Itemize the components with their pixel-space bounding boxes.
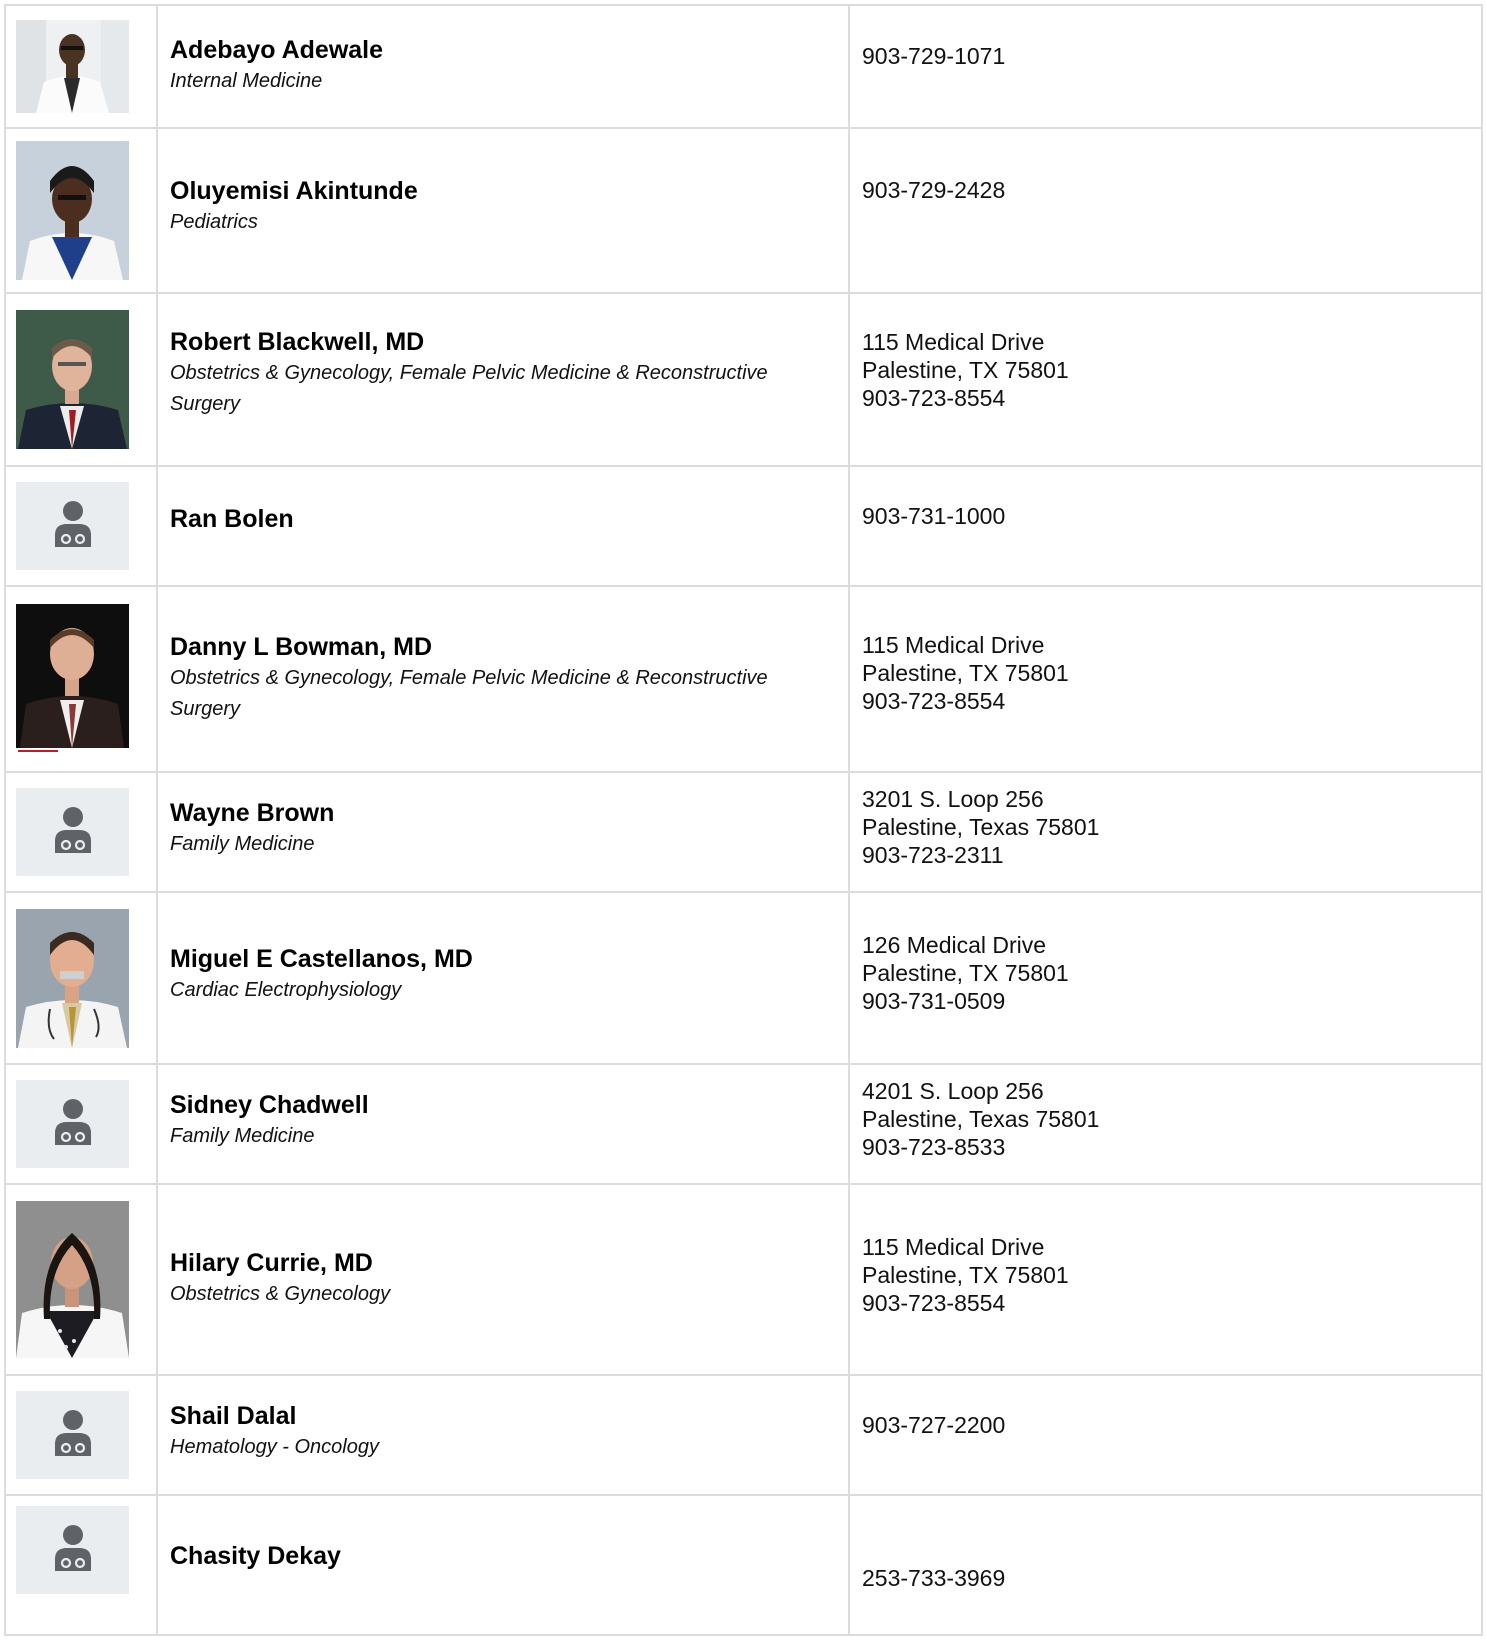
provider-photo[interactable] <box>16 141 129 280</box>
provider-photo-placeholder[interactable] <box>16 1391 129 1479</box>
provider-address-line1: 3201 S. Loop 256 <box>862 786 1044 812</box>
provider-phone[interactable]: 903-723-8554 <box>862 1289 1469 1317</box>
doctor-placeholder-icon <box>53 806 93 858</box>
provider-name[interactable]: Wayne Brown <box>170 797 836 829</box>
provider-name[interactable]: Shail Dalal <box>170 1400 836 1432</box>
provider-specialty: Family Medicine <box>170 1125 315 1147</box>
provider-phone[interactable]: 903-723-8554 <box>862 687 1469 715</box>
provider-photo-placeholder[interactable] <box>16 788 129 876</box>
provider-photo-placeholder[interactable] <box>16 482 129 570</box>
provider-name[interactable]: Chasity Dekay <box>170 1540 836 1572</box>
provider-name[interactable]: Robert Blackwell, MD <box>170 326 836 358</box>
provider-phone[interactable]: 253-733-3969 <box>862 1564 1469 1592</box>
provider-address-line1: 115 Medical Drive <box>862 329 1045 355</box>
provider-photo-placeholder[interactable] <box>16 1506 129 1594</box>
table-row: Chasity Dekay 253-733-3969 <box>4 1494 1483 1636</box>
provider-phone[interactable]: 903-723-8533 <box>862 1133 1469 1161</box>
provider-name[interactable]: Adebayo Adewale <box>170 34 836 66</box>
provider-address-line1: 115 Medical Drive <box>862 1234 1045 1260</box>
table-row: Robert Blackwell, MD Obstetrics & Gyneco… <box>4 292 1483 467</box>
provider-address-line2: Palestine, Texas 75801 <box>862 1106 1100 1132</box>
doctor-placeholder-icon <box>53 1409 93 1461</box>
table-row: Miguel E Castellanos, MD Cardiac Electro… <box>4 891 1483 1065</box>
provider-name[interactable]: Ran Bolen <box>170 503 836 535</box>
provider-address-line2: Palestine, TX 75801 <box>862 1262 1069 1288</box>
provider-name[interactable]: Danny L Bowman, MD <box>170 631 836 663</box>
provider-name[interactable]: Miguel E Castellanos, MD <box>170 943 836 975</box>
provider-specialty: Hematology - Oncology <box>170 1436 379 1458</box>
table-row: Danny L Bowman, MD Obstetrics & Gynecolo… <box>4 585 1483 773</box>
table-row: Adebayo Adewale Internal Medicine 903-72… <box>4 4 1483 129</box>
table-row: Wayne Brown Family Medicine 3201 S. Loop… <box>4 771 1483 893</box>
table-row: Hilary Currie, MD Obstetrics & Gynecolog… <box>4 1183 1483 1376</box>
provider-specialty: Family Medicine <box>170 833 315 855</box>
doctor-placeholder-icon <box>53 1524 93 1576</box>
provider-photo[interactable] <box>16 604 129 754</box>
provider-photo[interactable] <box>16 1201 129 1358</box>
provider-photo[interactable] <box>16 20 129 113</box>
provider-photo[interactable] <box>16 310 129 449</box>
provider-address-line1: 115 Medical Drive <box>862 632 1045 658</box>
provider-phone[interactable]: 903-723-8554 <box>862 384 1469 412</box>
provider-phone[interactable]: 903-723-2311 <box>862 841 1469 869</box>
table-row: Sidney Chadwell Family Medicine 4201 S. … <box>4 1063 1483 1185</box>
provider-address-line1: 126 Medical Drive <box>862 932 1047 958</box>
provider-photo-placeholder[interactable] <box>16 1080 129 1168</box>
provider-specialty: Obstetrics & Gynecology, Female Pelvic M… <box>170 667 768 720</box>
provider-name[interactable]: Sidney Chadwell <box>170 1089 836 1121</box>
table-row: Shail Dalal Hematology - Oncology 903-72… <box>4 1374 1483 1496</box>
provider-name[interactable]: Hilary Currie, MD <box>170 1247 836 1279</box>
provider-photo[interactable] <box>16 908 129 1048</box>
doctor-placeholder-icon <box>53 1098 93 1150</box>
doctor-placeholder-icon <box>53 500 93 552</box>
provider-address-line1: 4201 S. Loop 256 <box>862 1078 1044 1104</box>
provider-phone[interactable]: 903-731-1000 <box>862 502 1469 530</box>
provider-specialty: Obstetrics & Gynecology <box>170 1283 391 1305</box>
provider-phone[interactable]: 903-727-2200 <box>862 1411 1469 1439</box>
provider-specialty: Pediatrics <box>170 211 258 233</box>
provider-phone[interactable]: 903-729-1071 <box>862 42 1469 70</box>
provider-name[interactable]: Oluyemisi Akintunde <box>170 175 836 207</box>
provider-address-line2: Palestine, TX 75801 <box>862 357 1069 383</box>
provider-phone[interactable]: 903-731-0509 <box>862 987 1469 1015</box>
table-row: Oluyemisi Akintunde Pediatrics 903-729-2… <box>4 127 1483 294</box>
provider-phone[interactable]: 903-729-2428 <box>862 176 1469 204</box>
provider-address-line2: Palestine, TX 75801 <box>862 660 1069 686</box>
table-row: Ran Bolen 903-731-1000 <box>4 465 1483 587</box>
provider-specialty: Cardiac Electrophysiology <box>170 979 402 1001</box>
provider-address-line2: Palestine, TX 75801 <box>862 960 1069 986</box>
provider-specialty: Internal Medicine <box>170 70 323 92</box>
provider-directory-table: Adebayo Adewale Internal Medicine 903-72… <box>4 4 1483 1636</box>
provider-specialty: Obstetrics & Gynecology, Female Pelvic M… <box>170 362 768 415</box>
provider-address-line2: Palestine, Texas 75801 <box>862 814 1100 840</box>
